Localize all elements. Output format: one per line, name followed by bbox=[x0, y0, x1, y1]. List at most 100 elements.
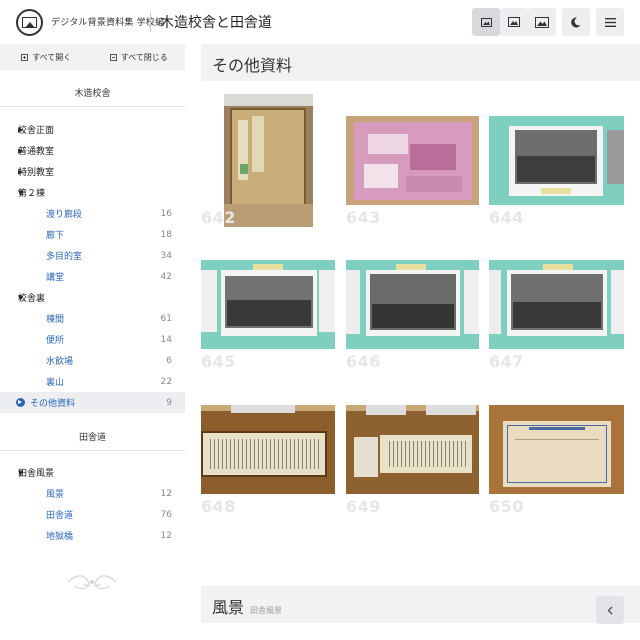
item-count: 12 bbox=[160, 488, 172, 499]
section-subtitle: 田舎風景 bbox=[250, 606, 283, 615]
section-header-bar: 風景 田舎風景 bbox=[201, 586, 640, 623]
header-divider bbox=[150, 12, 151, 32]
flourish-ornament-icon bbox=[67, 575, 117, 589]
tree-item[interactable]: ▶ 校舎正面 bbox=[0, 119, 185, 140]
app-header: デジタル背景資料集 学校編 木造校舎と田舎道 bbox=[0, 0, 640, 44]
collapse-all-button[interactable]: すべて閉じる bbox=[93, 44, 186, 70]
section-title-text: 風景 bbox=[212, 598, 245, 617]
item-count: 16 bbox=[160, 208, 172, 219]
item-count: 12 bbox=[160, 530, 172, 541]
item-count: 6 bbox=[166, 355, 172, 366]
tree-subitem[interactable]: 講堂 42 bbox=[0, 266, 185, 287]
page-title: 木造校舎と田舎道 bbox=[160, 15, 272, 31]
thumbnail-number: 648 bbox=[201, 497, 236, 516]
tree-item-label: 田舎道 bbox=[46, 511, 74, 521]
item-count: 34 bbox=[160, 250, 172, 261]
tree-subitem[interactable]: 裏山 22 bbox=[0, 371, 185, 392]
thumbnail-643[interactable] bbox=[346, 116, 479, 205]
section-title: 風景 田舎風景 bbox=[212, 594, 282, 618]
tree-item-label: 棟間 bbox=[46, 315, 65, 325]
tree-item-label: 校舎正面 bbox=[18, 126, 55, 136]
tree-subitem[interactable]: 多目的室 34 bbox=[0, 245, 185, 266]
expand-bar: すべて開く すべて閉じる bbox=[0, 44, 185, 70]
menu-button[interactable] bbox=[596, 8, 624, 36]
tree-subitem[interactable]: 廊下 18 bbox=[0, 224, 185, 245]
view-medium-button[interactable] bbox=[500, 8, 528, 36]
thumbnail-number: 650 bbox=[489, 497, 524, 516]
tree-item-label: 多目的室 bbox=[46, 252, 83, 262]
section-divider bbox=[0, 106, 185, 107]
view-large-button[interactable] bbox=[528, 8, 556, 36]
item-count: 76 bbox=[160, 509, 172, 520]
tree-item-label: 校舎裏 bbox=[18, 294, 46, 304]
caret-down-icon: ▼ bbox=[18, 293, 24, 302]
section-divider bbox=[0, 450, 185, 451]
selected-circle-icon bbox=[16, 398, 25, 407]
thumbnail-number: 645 bbox=[201, 352, 236, 371]
tree-subitem[interactable]: 田舎道 76 bbox=[0, 504, 185, 525]
site-logo[interactable] bbox=[16, 9, 43, 36]
image-logo-icon bbox=[22, 17, 37, 28]
minus-square-icon bbox=[109, 53, 117, 61]
thumbnail-645[interactable] bbox=[201, 260, 335, 349]
caret-down-icon: ▼ bbox=[18, 468, 24, 477]
image-large-icon bbox=[535, 16, 549, 28]
thumbnail-648[interactable] bbox=[201, 405, 335, 494]
tree-item-label: 風景 bbox=[46, 490, 65, 500]
thumbnail-646[interactable] bbox=[346, 260, 479, 349]
hamburger-icon bbox=[604, 17, 616, 27]
item-count: 9 bbox=[166, 397, 172, 408]
tree-item-label: 第２棟 bbox=[18, 189, 46, 199]
moon-icon bbox=[571, 16, 581, 27]
tree-item-label: その他資料 bbox=[30, 399, 76, 409]
expand-all-button[interactable]: すべて開く bbox=[0, 44, 93, 70]
thumbnail-number: 643 bbox=[346, 208, 381, 227]
tree-subitem[interactable]: 地獄橋 12 bbox=[0, 525, 185, 546]
chevron-left-icon bbox=[607, 606, 613, 614]
item-count: 22 bbox=[160, 376, 172, 387]
caret-right-icon: ▶ bbox=[18, 146, 24, 155]
tree-item-selected[interactable]: その他資料 9 bbox=[0, 392, 185, 413]
thumbnail-644[interactable] bbox=[489, 116, 624, 205]
item-count: 18 bbox=[160, 229, 172, 240]
tree-subitem[interactable]: 風景 12 bbox=[0, 483, 185, 504]
item-count: 42 bbox=[160, 271, 172, 282]
tree-subitem[interactable]: 棟間 61 bbox=[0, 308, 185, 329]
tree-item-label: 廊下 bbox=[46, 231, 65, 241]
plus-square-icon bbox=[21, 53, 29, 61]
collapse-button[interactable] bbox=[596, 596, 624, 624]
tree-item-label: 地獄橋 bbox=[46, 532, 74, 542]
thumbnail-number: 649 bbox=[346, 497, 381, 516]
caret-down-icon: ▼ bbox=[18, 188, 24, 197]
item-count: 61 bbox=[160, 313, 172, 324]
tree-item-label: 田舎風景 bbox=[18, 469, 55, 479]
tree-item[interactable]: ▼ 第２棟 bbox=[0, 182, 185, 203]
tree-item[interactable]: ▼ 田舎風景 bbox=[0, 462, 185, 483]
section-heading: 木造校舎 bbox=[74, 89, 111, 99]
tree-subitem[interactable]: 渡り廊段 16 bbox=[0, 203, 185, 224]
thumbnail-647[interactable] bbox=[489, 260, 624, 349]
thumbnail-649[interactable] bbox=[346, 405, 479, 494]
dark-mode-button[interactable] bbox=[562, 8, 590, 36]
tree-item-label: 特別教室 bbox=[18, 168, 55, 178]
caret-right-icon: ▶ bbox=[18, 167, 24, 176]
thumbnail-642[interactable] bbox=[224, 94, 313, 227]
sidebar: すべて開く すべて閉じる 木造校舎 ▶ 校舎正面 ▶ 普通教室 ▶ 特別教室 ▼ 第２棟… bbox=[0, 44, 185, 640]
tree-item[interactable]: ▶ 普通教室 bbox=[0, 140, 185, 161]
thumbnail-number: 644 bbox=[489, 208, 524, 227]
collapse-all-label: すべて閉じる bbox=[120, 52, 168, 62]
section-heading: 田舎道 bbox=[78, 433, 106, 443]
tree-item-label: 水飲場 bbox=[46, 357, 74, 367]
caret-right-icon: ▶ bbox=[18, 125, 24, 134]
view-small-button[interactable] bbox=[472, 8, 500, 36]
tree-item[interactable]: ▶ 特別教室 bbox=[0, 161, 185, 182]
tree-item[interactable]: ▼ 校舎裏 bbox=[0, 287, 185, 308]
tree-subitem[interactable]: 水飲場 6 bbox=[0, 350, 185, 371]
section-header-bar: その他資料 bbox=[201, 44, 640, 81]
thumbnail-number: 642 bbox=[201, 208, 236, 227]
thumbnail-650[interactable] bbox=[489, 405, 624, 494]
thumbnail-number: 647 bbox=[489, 352, 524, 371]
item-count: 14 bbox=[160, 334, 172, 345]
tree-subitem[interactable]: 便所 14 bbox=[0, 329, 185, 350]
site-name[interactable]: デジタル背景資料集 学校編 bbox=[51, 15, 164, 28]
